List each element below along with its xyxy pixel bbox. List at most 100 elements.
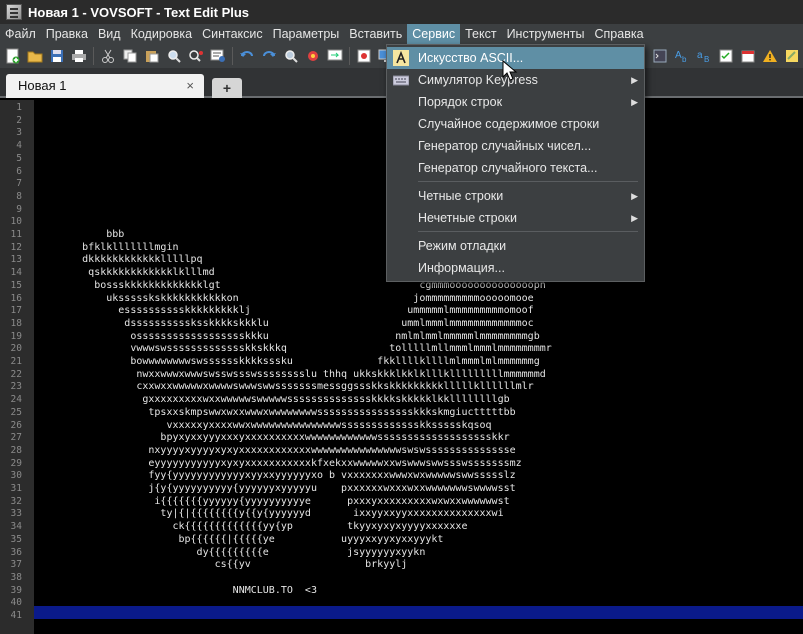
code-line: bpyxyxxyyyxxxyxxxxxxxxxxwwwwwwwwwwwwssss… [34, 432, 510, 444]
title-bar: Новая 1 - VOVSOFT - Text Edit Plus [0, 0, 803, 24]
preview-icon[interactable] [355, 47, 373, 65]
line-number: 5 [16, 152, 22, 164]
menu-item-line-order[interactable]: Порядок строк ▶ [387, 91, 644, 113]
code-line: dssssssssssksskkkkskkklu ummlmmmlmmmmmmm… [34, 317, 534, 329]
search-icon[interactable] [282, 47, 300, 65]
warning-icon[interactable] [761, 47, 779, 65]
code-line: dkkkkkkkkkkkklllllpq [34, 254, 203, 266]
menu-item-label: Генератор случайного текста... [418, 161, 598, 175]
menu-service[interactable]: Сервис [407, 24, 461, 44]
menu-help[interactable]: Справка [590, 24, 649, 44]
find-icon[interactable] [165, 47, 183, 65]
code-line: NNMCLUB.TO <3 [34, 584, 317, 596]
code-line: gxxxxxxxxxwxxwwwwwswwwwwsssssssssssssskk… [34, 394, 510, 406]
code-line: nxyyyyxyyyyxyxyxxxxxxxxxxxxwwwwwwwwwwwww… [34, 444, 516, 456]
menu-item-information[interactable]: Информация... [387, 257, 644, 279]
tab-document[interactable]: Новая 1 × [6, 74, 204, 98]
code-line: fyy{yyyyyyyyyyyyxyyxxyyyyyyxo b vxxxxxxx… [34, 470, 516, 482]
menu-tools[interactable]: Инструменты [502, 24, 590, 44]
line-number: 10 [10, 216, 22, 228]
menu-insert[interactable]: Вставить [344, 24, 407, 44]
code-line: qskkkkkkkkkkkklklllmd [34, 267, 215, 279]
menu-item-random-line-content[interactable]: Случайное содержимое строки [387, 113, 644, 135]
cut-icon[interactable] [99, 47, 117, 65]
line-number: 12 [10, 241, 22, 253]
submenu-arrow-icon: ▶ [631, 97, 638, 107]
menu-item-random-text-generator[interactable]: Генератор случайного текста... [387, 157, 644, 179]
menu-encoding[interactable]: Кодировка [126, 24, 197, 44]
line-number: 27 [10, 432, 22, 444]
menu-view[interactable]: Вид [93, 24, 126, 44]
replace-icon[interactable] [187, 47, 205, 65]
goto-line-icon[interactable] [326, 47, 344, 65]
svg-text:a: a [697, 50, 703, 61]
code-line: tpsxxskmpswwxwxxwwwxwwwwwwwwssssssssssss… [34, 406, 516, 418]
checklist-icon[interactable] [717, 47, 735, 65]
close-icon[interactable]: × [186, 74, 194, 98]
menu-item-label: Случайное содержимое строки [418, 117, 600, 131]
color-picker-icon[interactable] [304, 47, 322, 65]
line-number: 30 [10, 470, 22, 482]
line-number: 28 [10, 444, 22, 456]
line-number: 31 [10, 483, 22, 494]
menu-item-even-lines[interactable]: Четные строки ▶ [387, 185, 644, 207]
line-number: 35 [10, 533, 22, 545]
terminal-icon[interactable] [651, 47, 669, 65]
submenu-arrow-icon: ▶ [631, 75, 638, 85]
add-tab-button[interactable]: + [212, 78, 242, 98]
app-window: Новая 1 - VOVSOFT - Text Edit Plus Файл … [0, 0, 803, 634]
menu-item-debug-mode[interactable]: Режим отладки [387, 235, 644, 257]
menu-file[interactable]: Файл [0, 24, 41, 44]
paste-icon[interactable] [143, 47, 161, 65]
keyboard-icon [393, 75, 409, 86]
window-title: Новая 1 - VOVSOFT - Text Edit Plus [28, 4, 250, 20]
line-number: 3 [16, 127, 22, 139]
line-number: 24 [10, 394, 22, 406]
toolbar-separator [349, 47, 350, 65]
menu-edit[interactable]: Правка [41, 24, 93, 44]
find-in-files-icon[interactable] [209, 47, 227, 65]
notes-icon[interactable] [783, 47, 801, 65]
case-lower-icon[interactable]: aB [695, 47, 713, 65]
line-number: 1 [16, 102, 22, 113]
menu-item-odd-lines[interactable]: Нечетные строки ▶ [387, 207, 644, 229]
line-number: 17 [10, 305, 22, 317]
case-upper-icon[interactable]: Ab [673, 47, 691, 65]
code-line: bbb [34, 229, 125, 240]
toolbar-separator [93, 47, 94, 65]
calendar-icon[interactable] [739, 47, 757, 65]
new-file-icon[interactable] [4, 47, 22, 65]
copy-icon[interactable] [121, 47, 139, 65]
line-number: 32 [10, 495, 22, 507]
menu-item-label: Четные строки [418, 189, 504, 203]
code-line: i{{{{{{{yyyyyy{yyyyyyyyyye pxxxyxxxxxxxx… [34, 495, 510, 507]
menu-item-label: Порядок строк [418, 95, 503, 109]
code-line: bowwwwwwwwswsssssskkkksssku fkkllllkllll… [34, 356, 540, 367]
line-number: 9 [16, 203, 22, 215]
app-logo-icon [6, 4, 22, 20]
menu-syntax[interactable]: Синтаксис [197, 24, 268, 44]
menu-item-label: Симулятор Keypress [418, 73, 538, 87]
line-number: 15 [10, 279, 22, 291]
line-number: 33 [10, 508, 22, 520]
save-icon[interactable] [48, 47, 66, 65]
line-number: 11 [10, 229, 22, 240]
print-icon[interactable] [70, 47, 88, 65]
line-number: 4 [16, 140, 22, 152]
menu-text[interactable]: Текст [460, 24, 501, 44]
menu-options[interactable]: Параметры [268, 24, 345, 44]
submenu-arrow-icon: ▶ [631, 191, 638, 201]
line-number: 7 [16, 178, 22, 190]
code-line: j{y{yyyyyyyyyy{yyyyyyxyyyyyu pxxxxxxwxxx… [34, 483, 516, 494]
open-folder-icon[interactable] [26, 47, 44, 65]
line-number: 36 [10, 546, 22, 558]
undo-icon[interactable] [238, 47, 256, 65]
line-number: 13 [10, 254, 22, 266]
line-number: 6 [16, 165, 22, 177]
redo-icon[interactable] [260, 47, 278, 65]
code-line: dy{{{{{{{{{e jsyyyyyyxyykn [34, 546, 426, 558]
menu-item-random-number-generator[interactable]: Генератор случайных чисел... [387, 135, 644, 157]
line-number: 19 [10, 330, 22, 342]
ascii-art-icon [393, 50, 409, 66]
line-number: 14 [10, 267, 22, 279]
